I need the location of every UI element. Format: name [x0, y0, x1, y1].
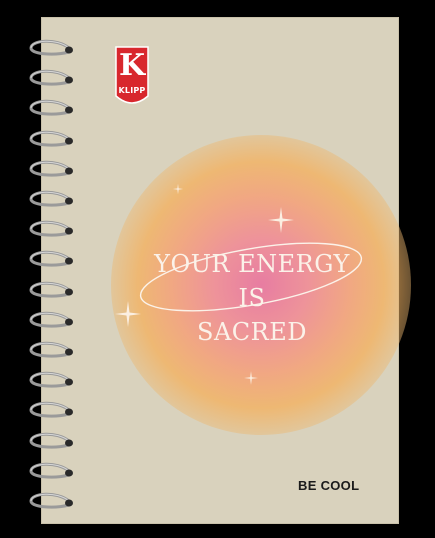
quote-line-1: YOUR ENERGY IS	[154, 250, 350, 312]
sparkle-icon	[172, 183, 184, 195]
sparkle-icon	[115, 301, 141, 327]
spiral-ring-icon	[23, 39, 73, 59]
spiral-ring-icon	[23, 401, 73, 421]
quote-line-2: SACRED	[197, 318, 307, 346]
spiral-ring-icon	[23, 160, 73, 180]
spiral-ring-icon	[23, 190, 73, 210]
spiral-ring-icon	[23, 311, 73, 331]
sparkle-icon	[268, 207, 294, 233]
spiral-ring-icon	[23, 69, 73, 89]
cover-quote: YOUR ENERGY IS SACRED	[137, 247, 367, 349]
spiral-ring-icon	[23, 462, 73, 482]
cover-tagline: BE COOL	[298, 478, 360, 493]
spiral-binding	[29, 39, 103, 519]
spiral-ring-icon	[23, 341, 73, 361]
spiral-ring-icon	[23, 492, 73, 512]
spiral-ring-icon	[23, 281, 73, 301]
spiral-ring-icon	[23, 220, 73, 240]
brand-letter: K	[118, 48, 146, 83]
brand-logo-tag: K KLIPP	[113, 44, 151, 112]
spiral-ring-icon	[23, 130, 73, 150]
notebook-cover: K KLIPP YOUR ENERGY IS SACRED BE COOL	[29, 17, 411, 524]
spiral-ring-icon	[23, 432, 73, 452]
spiral-ring-icon	[23, 250, 73, 270]
spiral-ring-icon	[23, 99, 73, 119]
spiral-ring-icon	[23, 371, 73, 391]
sparkle-icon	[244, 371, 258, 385]
brand-name: KLIPP	[118, 86, 146, 95]
